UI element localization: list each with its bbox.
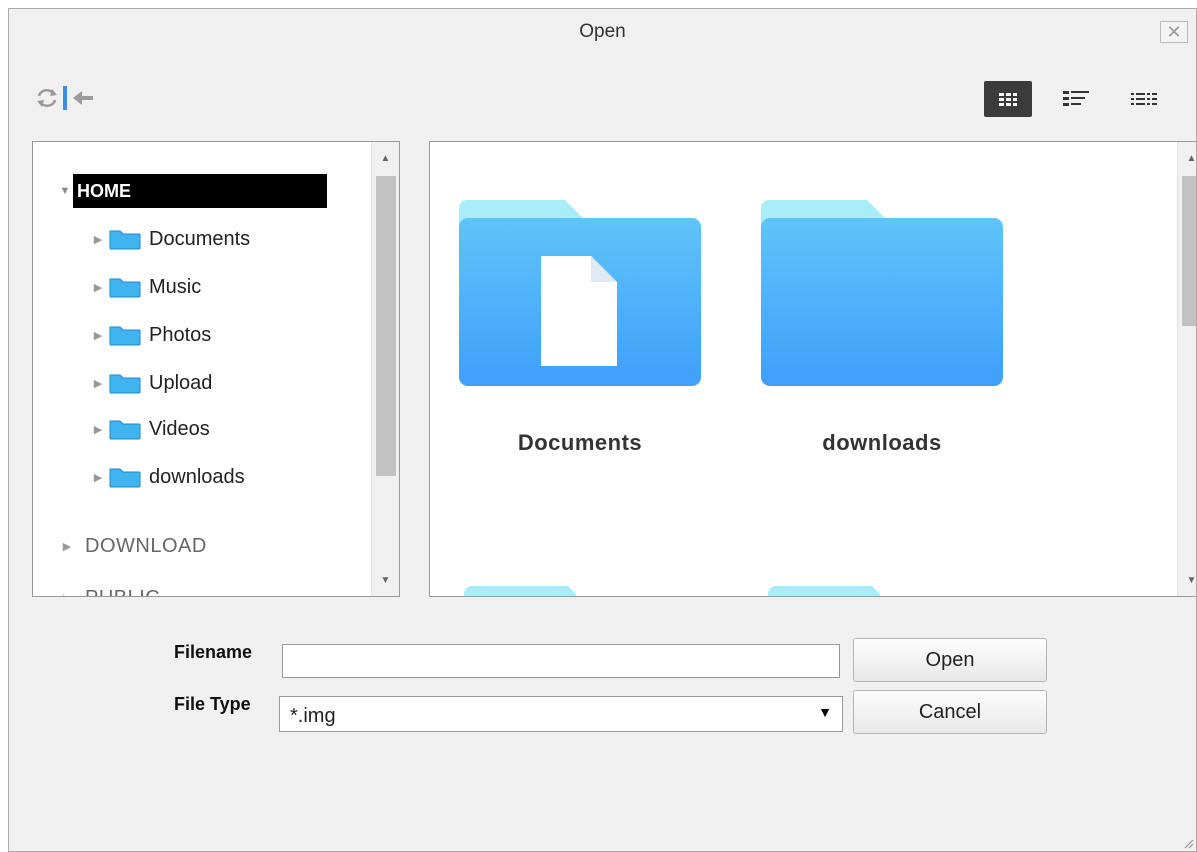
details-view-button[interactable] (1052, 81, 1100, 117)
scroll-up-arrow-icon[interactable]: ▲ (1178, 148, 1196, 168)
folder-icon (109, 374, 141, 394)
navigation-toolbar (35, 83, 95, 113)
tree-item-label: Photos (149, 323, 212, 346)
list-view-icon (1131, 93, 1157, 105)
resize-grip-icon[interactable] (1182, 837, 1194, 849)
view-toolbar (984, 81, 1168, 117)
scroll-down-arrow-icon[interactable]: ▼ (372, 570, 399, 590)
collapsed-triangle-icon[interactable]: ▶ (57, 540, 77, 553)
folder-icon (109, 468, 141, 488)
tree-root-label[interactable]: HOME (73, 174, 327, 208)
open-button[interactable]: Open (853, 638, 1047, 682)
file-item-name: downloads (822, 430, 942, 455)
collapsed-triangle-icon[interactable]: ▶ (89, 471, 107, 484)
tree-item-label: Documents (149, 227, 251, 250)
collapsed-triangle-icon[interactable]: ▶ (57, 592, 77, 597)
tree-root-public[interactable]: ▶ PUBLIC (57, 583, 160, 597)
folder-icon (109, 230, 141, 250)
tree-scrollbar[interactable]: ▲ ▼ (371, 142, 399, 596)
tree-item-label: Upload (149, 371, 213, 394)
large-icons-view-icon (999, 93, 1017, 106)
toolbar-separator (63, 86, 67, 110)
open-dialog: Open ✕ ▼ HOME ▶ Documents ▶ Music ▶ Phot… (8, 8, 1197, 852)
file-view-scrollbar[interactable]: ▲ ▼ (1177, 142, 1196, 596)
tree-item-label: downloads (149, 465, 245, 488)
folder-icon (109, 278, 141, 298)
file-item-name: Documents (517, 430, 643, 455)
scroll-up-arrow-icon[interactable]: ▲ (372, 148, 399, 168)
folder-icon (109, 326, 141, 346)
file-item-documents[interactable]: Documents (450, 198, 710, 456)
expanded-triangle-icon[interactable]: ▼ (57, 185, 73, 197)
close-button[interactable]: ✕ (1160, 21, 1188, 43)
collapsed-triangle-icon[interactable]: ▶ (89, 233, 107, 246)
scrollbar-thumb[interactable] (376, 176, 396, 476)
file-form: Filename Open File Type *.img ▼ Cancel (9, 634, 1196, 754)
file-view-panel[interactable]: Documents downloads ▲ ▼ (429, 141, 1196, 597)
folder-tree-panel[interactable]: ▼ HOME ▶ Documents ▶ Music ▶ Photos ▶ Up… (32, 141, 400, 597)
tree-item-videos[interactable]: ▶ Videos (89, 414, 210, 444)
tree-root-label[interactable]: PUBLIC (85, 587, 160, 597)
tree-item-upload[interactable]: ▶ Upload (89, 368, 212, 398)
collapsed-triangle-icon[interactable]: ▶ (89, 281, 107, 294)
tree-item-downloads[interactable]: ▶ downloads (89, 462, 245, 492)
tree-root-download[interactable]: ▶ DOWNLOAD (57, 531, 207, 561)
scroll-down-arrow-icon[interactable]: ▼ (1178, 570, 1196, 590)
back-icon[interactable] (71, 85, 95, 111)
scrollbar-thumb[interactable] (1182, 176, 1196, 326)
file-type-value: *.img (290, 705, 336, 727)
file-type-select[interactable]: *.img ▼ (279, 696, 843, 732)
tree-item-label: Videos (149, 417, 210, 440)
file-item-downloads[interactable]: downloads (752, 198, 1012, 456)
folder-icon[interactable] (768, 586, 880, 597)
collapsed-triangle-icon[interactable]: ▶ (89, 329, 107, 342)
tree-root-home[interactable]: ▼ HOME (57, 174, 337, 208)
tree-item-documents[interactable]: ▶ Documents (89, 224, 250, 254)
folder-icon (109, 420, 141, 440)
collapsed-triangle-icon[interactable]: ▶ (89, 423, 107, 436)
folder-icon[interactable] (464, 586, 576, 597)
large-icons-view-button[interactable] (984, 81, 1032, 117)
tree-item-music[interactable]: ▶ Music (89, 272, 201, 302)
folder-icon (761, 200, 1003, 386)
tree-item-photos[interactable]: ▶ Photos (89, 320, 211, 350)
dialog-title: Open (579, 21, 626, 42)
dropdown-arrow-icon[interactable]: ▼ (818, 704, 832, 720)
tree-item-label: Music (149, 275, 202, 298)
folder-with-document-icon (459, 200, 701, 386)
refresh-icon[interactable] (35, 85, 59, 111)
details-view-icon (1063, 91, 1089, 106)
cancel-button[interactable]: Cancel (853, 690, 1047, 734)
tree-root-label[interactable]: DOWNLOAD (85, 535, 207, 558)
collapsed-triangle-icon[interactable]: ▶ (89, 377, 107, 390)
filename-label: Filename (174, 642, 253, 662)
list-view-button[interactable] (1120, 81, 1168, 117)
filename-input[interactable] (282, 644, 840, 678)
title-bar: Open ✕ (9, 9, 1196, 54)
file-type-label: File Type (174, 694, 251, 714)
